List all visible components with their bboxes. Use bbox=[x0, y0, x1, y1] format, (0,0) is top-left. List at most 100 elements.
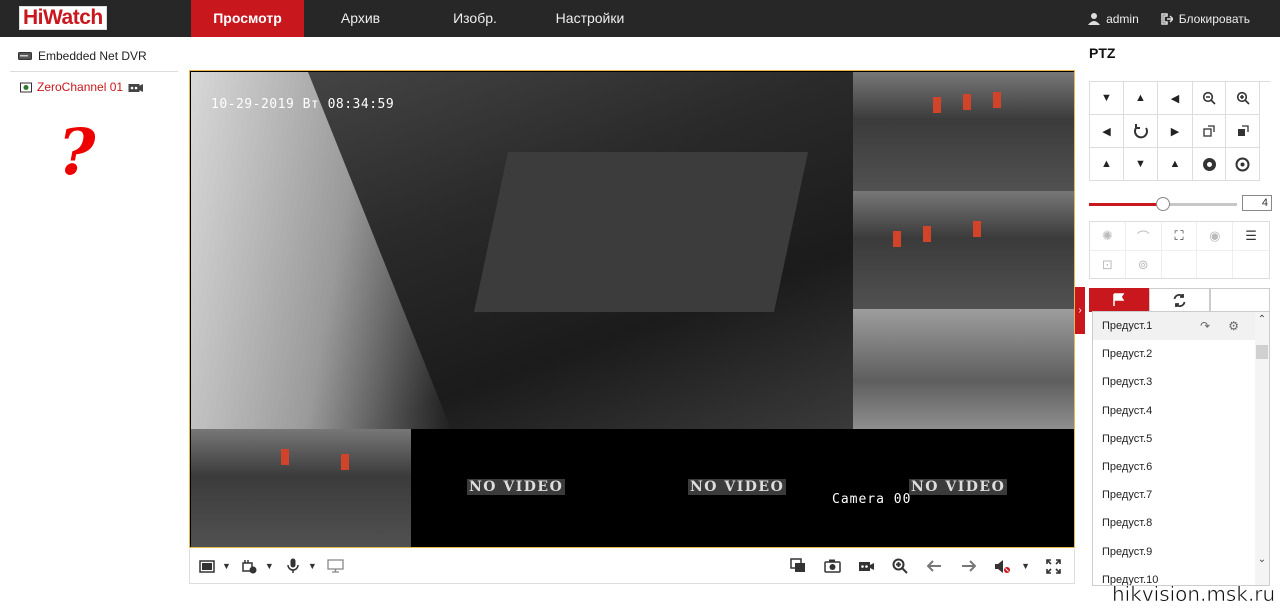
tab-patrol[interactable] bbox=[1149, 288, 1210, 312]
preset-item[interactable]: Предуст.1 ↷ ⚙ bbox=[1093, 312, 1269, 341]
tab-pattern[interactable] bbox=[1209, 288, 1270, 312]
prev-page-button[interactable] bbox=[923, 555, 945, 577]
microphone-icon bbox=[287, 558, 299, 573]
record-button[interactable] bbox=[855, 555, 877, 577]
chevron-up-icon[interactable]: ⌃ bbox=[1255, 314, 1269, 325]
pan-up-right-button[interactable]: ◀ bbox=[1158, 82, 1192, 115]
tab-image[interactable]: Изобр. bbox=[417, 0, 533, 37]
layout-button[interactable] bbox=[196, 555, 218, 577]
ptz-panel: PTZ ▼ ▲ ◀ ◀ ▶ ▲ ▼ ▲ 4 ✺ ⌒ ⛶ ◉ ☰ ⊡ ⊚ bbox=[1089, 40, 1273, 312]
chevron-down-icon[interactable]: ▼ bbox=[1021, 561, 1030, 571]
preset-item[interactable]: Предуст.6 bbox=[1093, 453, 1269, 481]
pan-down-left-2-button[interactable]: ▲ bbox=[1090, 148, 1124, 181]
capture-button[interactable] bbox=[821, 555, 843, 577]
camera-tile-5[interactable]: NO VIDEO bbox=[411, 429, 632, 547]
chevron-down-icon[interactable]: ▼ bbox=[265, 561, 274, 571]
pan-down-right-button[interactable]: ▲ bbox=[1158, 148, 1192, 181]
user-menu[interactable]: admin bbox=[1088, 12, 1139, 26]
camera-tile-3[interactable] bbox=[853, 309, 1074, 429]
iris-close-button[interactable] bbox=[1226, 148, 1260, 181]
top-bar: HiWatch Просмотр Архив Изобр. Настройки … bbox=[0, 0, 1280, 37]
pan-down-left-button[interactable]: ▼ bbox=[1090, 82, 1124, 115]
preset-item[interactable]: Предуст.4 bbox=[1093, 397, 1269, 425]
digital-zoom-button[interactable] bbox=[889, 555, 911, 577]
main-nav: Просмотр Архив Изобр. Настройки bbox=[191, 0, 647, 37]
camera-tile-6[interactable]: NO VIDEO bbox=[632, 429, 853, 547]
zoom-out-button[interactable] bbox=[1192, 82, 1226, 115]
tab-settings[interactable]: Настройки bbox=[533, 0, 647, 37]
preset-item[interactable]: Предуст.9 bbox=[1093, 538, 1269, 566]
microphone-button[interactable] bbox=[282, 555, 304, 577]
light-button[interactable]: ✺ bbox=[1090, 222, 1126, 250]
tilt-up-button[interactable]: ▲ bbox=[1124, 82, 1158, 115]
focus-far-button[interactable] bbox=[1226, 115, 1260, 148]
gear-icon[interactable]: ⚙ bbox=[1228, 319, 1239, 333]
iris-open-button[interactable] bbox=[1192, 148, 1226, 181]
pan-right-button[interactable]: ▶ bbox=[1158, 115, 1192, 148]
stream-button[interactable] bbox=[239, 555, 261, 577]
zoom-in-button[interactable] bbox=[1226, 82, 1260, 115]
camera-tile-2[interactable] bbox=[853, 191, 1074, 309]
camera-tile-7[interactable]: NO VIDEO bbox=[853, 429, 1074, 547]
slider-knob[interactable] bbox=[1156, 197, 1170, 211]
video-viewport[interactable]: 10-29-2019 Вт 08:34:59 NO VIDEO NO VIDEO… bbox=[189, 70, 1075, 548]
preset-item[interactable]: Предуст.7 bbox=[1093, 481, 1269, 509]
device-node[interactable]: Embedded Net DVR bbox=[10, 45, 178, 72]
camera-tile-4[interactable] bbox=[191, 429, 411, 547]
lens-init-button[interactable]: ◉ bbox=[1197, 222, 1234, 250]
tab-archive[interactable]: Архив bbox=[304, 0, 417, 37]
tilt-down-button[interactable]: ▼ bbox=[1124, 148, 1158, 181]
main-camera-view[interactable]: 10-29-2019 Вт 08:34:59 bbox=[191, 72, 853, 429]
video-toolbar: ▼ ▼ ▼ ▼ bbox=[189, 549, 1075, 584]
volume-button[interactable] bbox=[991, 555, 1013, 577]
record-icon[interactable] bbox=[128, 82, 144, 93]
no-video-label: NO VIDEO bbox=[467, 479, 566, 495]
lock-button[interactable]: Блокировать bbox=[1161, 12, 1250, 26]
preset-list: Предуст.1 ↷ ⚙ Предуст.2 Предуст.3 Предус… bbox=[1092, 311, 1270, 586]
toolbar-right: ▼ bbox=[787, 555, 1074, 577]
auto-focus-button[interactable]: ⛶ bbox=[1162, 222, 1198, 250]
logout-icon bbox=[1161, 12, 1173, 25]
next-page-button[interactable] bbox=[957, 555, 979, 577]
auto-pan-button[interactable] bbox=[1124, 115, 1158, 148]
scrollbar-thumb[interactable] bbox=[1256, 345, 1268, 359]
chevron-down-icon[interactable]: ▼ bbox=[222, 561, 231, 571]
zoom-out-icon bbox=[1202, 91, 1216, 105]
preset-item[interactable]: Предуст.5 bbox=[1093, 425, 1269, 453]
call-preset-icon[interactable]: ↷ bbox=[1200, 319, 1210, 333]
stop-all-button[interactable] bbox=[787, 555, 809, 577]
wall-panel bbox=[973, 221, 981, 237]
preset-item[interactable]: Предуст.3 bbox=[1093, 368, 1269, 396]
wiper-button[interactable]: ⌒ bbox=[1126, 222, 1162, 250]
channel-node[interactable]: ZeroChannel 01 bbox=[10, 72, 178, 102]
speed-value[interactable]: 4 bbox=[1242, 195, 1272, 211]
preset-item[interactable]: Предуст.8 bbox=[1093, 509, 1269, 537]
toolbar-left: ▼ ▼ ▼ bbox=[190, 555, 347, 577]
focus-near-button[interactable] bbox=[1192, 115, 1226, 148]
hiwatch-logo: HiWatch bbox=[19, 6, 107, 30]
preset-scrollbar[interactable]: ⌃ ⌄ bbox=[1255, 312, 1269, 585]
menu-button[interactable]: ☰ bbox=[1233, 222, 1269, 250]
preset-label: Предуст.6 bbox=[1102, 461, 1153, 474]
lens-init-icon: ◉ bbox=[1209, 228, 1221, 243]
manual-track-button[interactable]: ⊡ bbox=[1090, 251, 1126, 278]
fullscreen-button[interactable] bbox=[1042, 555, 1064, 577]
pan-left-button[interactable]: ◀ bbox=[1090, 115, 1124, 148]
chevron-down-icon[interactable]: ▼ bbox=[308, 561, 317, 571]
collapse-panel-button[interactable]: › bbox=[1075, 287, 1085, 334]
focus-frame-icon: ⛶ bbox=[1174, 228, 1184, 243]
arrow-left-icon: ◀ bbox=[1102, 125, 1111, 138]
tab-presets[interactable] bbox=[1089, 288, 1150, 312]
camera-tile-1[interactable] bbox=[853, 72, 1074, 191]
tab-live-view[interactable]: Просмотр bbox=[191, 0, 304, 37]
preset-item[interactable]: Предуст.2 bbox=[1093, 340, 1269, 368]
wall-panel bbox=[893, 231, 901, 247]
3d-zoom-button[interactable]: ⊚ bbox=[1126, 251, 1162, 278]
flag-icon bbox=[1113, 293, 1125, 306]
preset-label: Предуст.4 bbox=[1102, 404, 1153, 417]
arrow-up-left-icon: ▲ bbox=[1101, 158, 1112, 170]
chevron-down-icon[interactable]: ⌄ bbox=[1255, 554, 1269, 565]
ezoom-button[interactable] bbox=[325, 555, 347, 577]
preset-label: Предуст.9 bbox=[1102, 545, 1153, 558]
ptz-speed-slider[interactable]: 4 bbox=[1089, 195, 1273, 213]
